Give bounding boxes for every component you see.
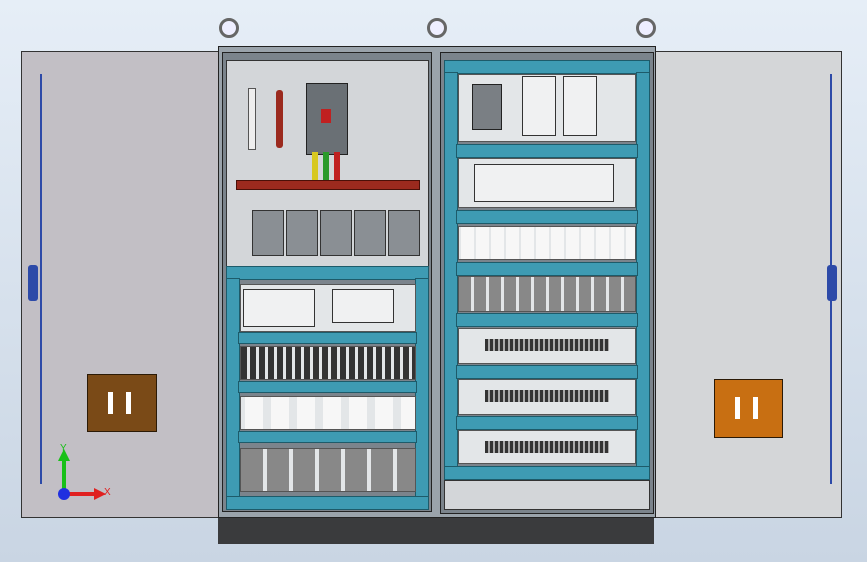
left-door-handle-icon[interactable]: [28, 265, 38, 301]
left-duct-horizontal: [238, 381, 417, 393]
relay-row: [458, 226, 636, 260]
axis-y-label: Y: [60, 443, 67, 454]
right-door-handle-icon[interactable]: [827, 265, 837, 301]
lifting-eye-icon: [636, 18, 656, 38]
right-duct-horizontal: [456, 144, 638, 158]
left-door-pocket-icon: [87, 374, 157, 432]
right-door-pocket-icon: [714, 379, 783, 438]
right-duct-horizontal: [456, 365, 638, 379]
terminal-strip: [458, 379, 636, 415]
motor-breaker: [472, 84, 502, 130]
left-duct-horizontal: [238, 332, 417, 344]
cabinet-plinth: [218, 514, 654, 544]
left-duct-bottom: [226, 496, 429, 510]
power-supply: [332, 289, 394, 323]
left-duct-horizontal: [238, 431, 417, 443]
contactor-row: [458, 276, 636, 312]
power-supply: [522, 76, 556, 136]
axis-x-label: X: [104, 487, 111, 498]
lifting-eye-icon: [427, 18, 447, 38]
terminal-block-row: [240, 346, 416, 380]
right-duct-side: [636, 72, 650, 468]
phase-wire: [323, 152, 329, 180]
branch-breaker: [354, 210, 386, 256]
right-duct-horizontal: [456, 416, 638, 430]
right-bottom-plate: [444, 480, 650, 510]
right-duct-bottom: [444, 466, 650, 480]
plc-module: [243, 289, 315, 327]
busbar-horizontal: [236, 180, 420, 190]
power-supply: [563, 76, 597, 136]
right-duct-horizontal: [456, 313, 638, 327]
left-duct-side: [415, 278, 429, 498]
right-duct-horizontal: [456, 262, 638, 276]
contactor-row: [240, 448, 416, 492]
terminal-strip: [458, 328, 636, 364]
branch-breaker: [320, 210, 352, 256]
lifting-eye-icon: [219, 18, 239, 38]
branch-breaker: [286, 210, 318, 256]
terminal-strip-vertical: [248, 88, 256, 150]
terminal-strip: [458, 430, 636, 464]
busbar-vertical: [276, 90, 283, 148]
right-duct-top: [444, 60, 650, 74]
plc-module: [474, 164, 614, 202]
phase-wire: [334, 152, 340, 180]
relay-row: [240, 396, 416, 430]
left-door-rod: [40, 74, 42, 484]
main-breaker: [306, 83, 348, 155]
left-duct-top: [226, 266, 429, 280]
right-door: [653, 51, 842, 518]
phase-wire: [312, 152, 318, 180]
right-duct-horizontal: [456, 210, 638, 224]
branch-breaker: [388, 210, 420, 256]
branch-breaker: [252, 210, 284, 256]
